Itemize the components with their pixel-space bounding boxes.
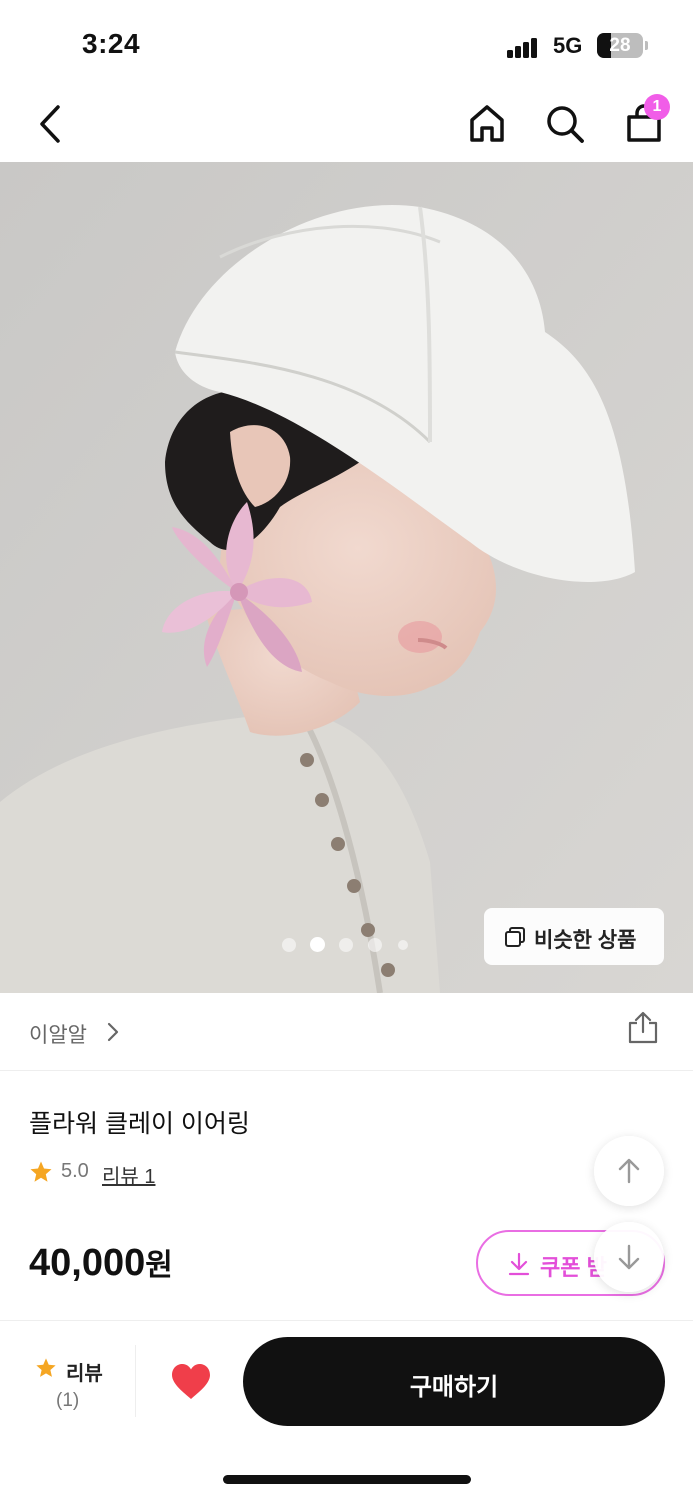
back-button[interactable] xyxy=(30,102,70,151)
arrow-up-icon xyxy=(618,1158,640,1184)
status-bar: 3:24 5G 28 xyxy=(0,0,693,90)
price-value: 40,000 xyxy=(29,1242,146,1284)
heart-icon[interactable] xyxy=(170,1363,212,1401)
carousel-dot[interactable] xyxy=(368,938,382,952)
copy-icon xyxy=(505,927,525,947)
top-nav xyxy=(0,90,693,160)
product-image-carousel[interactable] xyxy=(0,162,693,993)
product-price: 40,000원 xyxy=(29,1240,173,1285)
price-currency: 원 xyxy=(145,1249,173,1282)
star-icon xyxy=(36,1358,56,1377)
review-count: (1) xyxy=(56,1390,80,1411)
review-summary-button[interactable]: 리뷰 (1) xyxy=(0,1321,135,1421)
bottom-action-bar: 리뷰 (1) 구매하기 xyxy=(0,1320,693,1500)
chevron-left-icon xyxy=(40,105,60,143)
status-time: 3:24 xyxy=(82,28,141,59)
carousel-dot[interactable] xyxy=(282,938,296,952)
search-icon xyxy=(547,106,584,143)
network-type: 5G xyxy=(553,33,583,58)
signal-icon xyxy=(507,36,539,58)
review-link[interactable]: 리뷰 1 xyxy=(102,1160,155,1189)
chevron-right-icon[interactable] xyxy=(103,1017,123,1047)
similar-products-label: 비슷한 상품 xyxy=(534,929,637,952)
buy-label: 구매하기 xyxy=(409,1374,499,1401)
home-button[interactable] xyxy=(466,102,508,151)
arrow-down-icon xyxy=(618,1244,640,1270)
carousel-dot[interactable] xyxy=(339,938,353,952)
scroll-down-button[interactable] xyxy=(594,1222,664,1292)
product-title: 플라워 클레이 이어링 xyxy=(29,1110,250,1138)
carousel-dot[interactable] xyxy=(398,940,408,950)
similar-products-button[interactable]: 비슷한 상품 xyxy=(484,908,664,965)
home-icon xyxy=(470,105,504,142)
review-label: 리뷰 xyxy=(66,1363,103,1385)
battery-level: 28 xyxy=(609,35,631,56)
star-icon xyxy=(30,1161,52,1182)
divider xyxy=(135,1345,136,1417)
search-button[interactable] xyxy=(543,102,587,151)
home-indicator xyxy=(223,1475,471,1484)
product-photo xyxy=(0,162,693,993)
battery-icon: 28 xyxy=(597,33,643,58)
carousel-dot-active[interactable] xyxy=(310,937,325,952)
cart-count-badge: 1 xyxy=(644,94,670,120)
download-icon xyxy=(508,1252,530,1276)
brand-row: 이알알 xyxy=(0,993,693,1071)
brand-link[interactable]: 이알알 xyxy=(29,1019,87,1049)
share-icon[interactable] xyxy=(627,1011,659,1045)
scroll-up-button[interactable] xyxy=(594,1136,664,1206)
rating-score: 5.0 xyxy=(61,1160,89,1182)
buy-button[interactable]: 구매하기 xyxy=(243,1337,665,1426)
